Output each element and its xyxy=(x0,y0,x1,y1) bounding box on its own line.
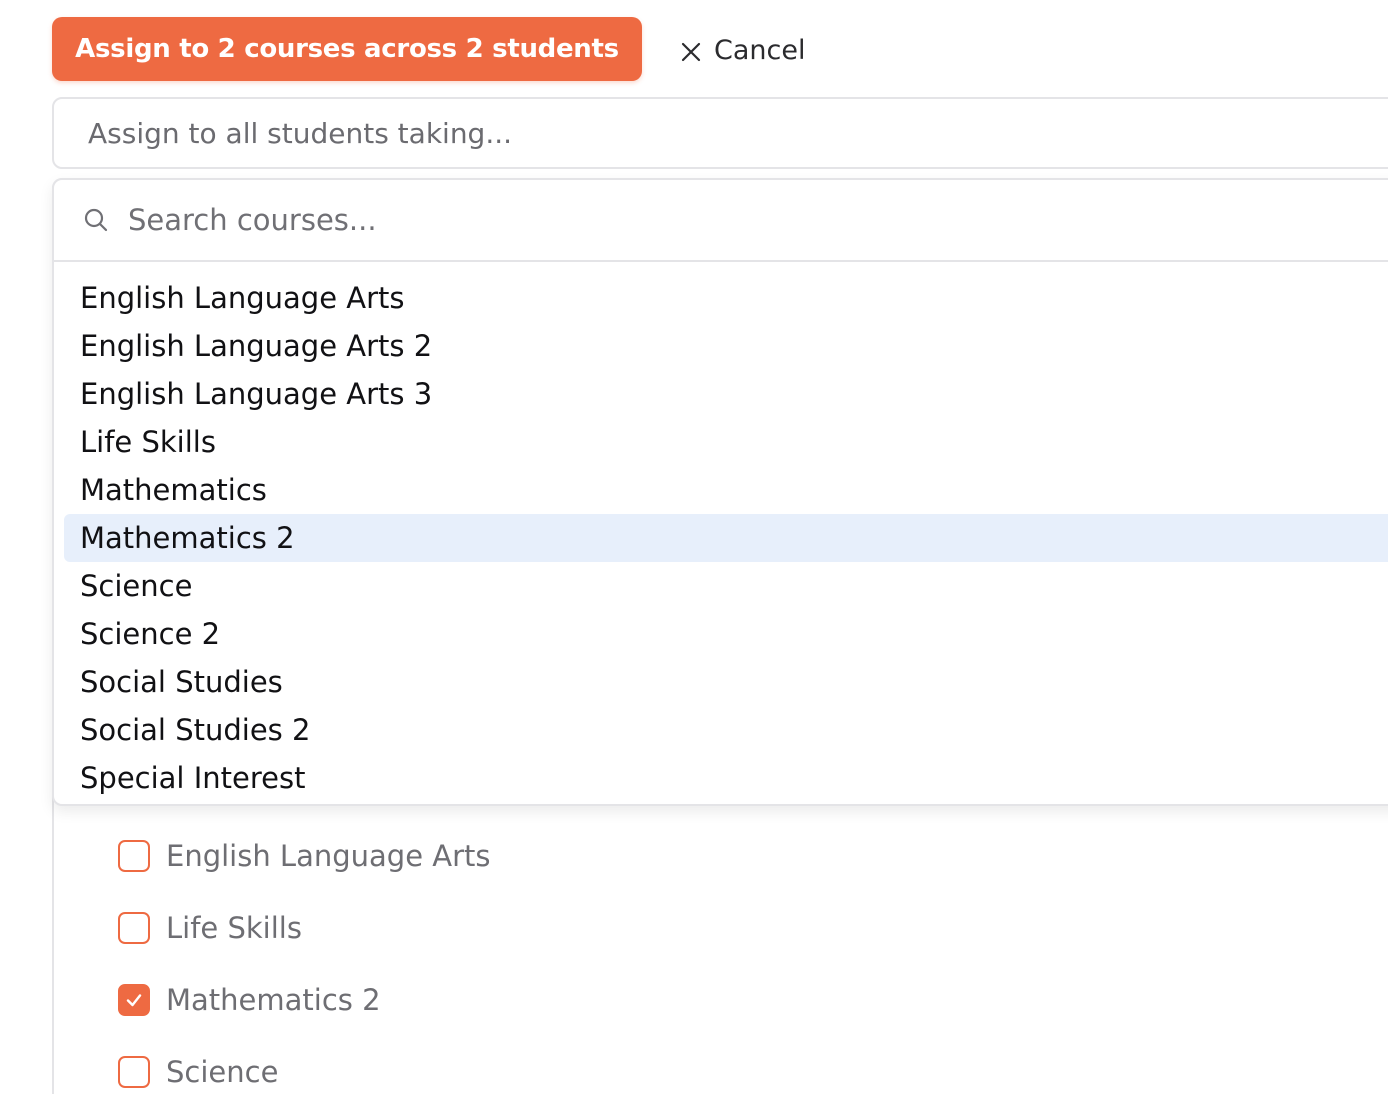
assign-input-placeholder: Assign to all students taking... xyxy=(88,116,513,150)
cancel-button[interactable]: Cancel xyxy=(680,20,805,80)
checklist-label: Life Skills xyxy=(166,911,302,945)
assign-courses-page: Assign to 2 courses across 2 students Ca… xyxy=(0,0,1388,1094)
checkbox-checked[interactable] xyxy=(118,984,150,1016)
course-option[interactable]: English Language Arts xyxy=(64,274,1388,322)
course-checklist-item[interactable]: Mathematics 2 xyxy=(118,964,491,1036)
cancel-label: Cancel xyxy=(714,34,806,66)
search-icon xyxy=(82,206,110,234)
course-options-list: English Language Arts English Language Ar… xyxy=(54,262,1388,802)
course-option[interactable]: Social Studies xyxy=(64,658,1388,706)
checklist-label: English Language Arts xyxy=(166,839,491,873)
checkbox[interactable] xyxy=(118,840,150,872)
course-checklist: English Language Arts Life Skills Mathemat… xyxy=(118,820,491,1094)
search-placeholder: Search courses... xyxy=(128,203,377,237)
course-option[interactable]: Mathematics 2 xyxy=(64,514,1388,562)
course-option[interactable]: Science 2 xyxy=(64,610,1388,658)
checkmark-icon xyxy=(126,994,142,1007)
course-checklist-item[interactable]: English Language Arts xyxy=(118,820,491,892)
checklist-label: Science xyxy=(166,1055,279,1089)
course-dropdown: Search courses... English Language Arts E… xyxy=(52,178,1388,806)
assign-students-input[interactable]: Assign to all students taking... xyxy=(52,97,1388,169)
course-checklist-item[interactable]: Life Skills xyxy=(118,892,491,964)
course-option[interactable]: English Language Arts 2 xyxy=(64,322,1388,370)
course-option[interactable]: Mathematics xyxy=(64,466,1388,514)
course-option[interactable]: Science xyxy=(64,562,1388,610)
course-option[interactable]: Social Studies 2 xyxy=(64,706,1388,754)
assign-courses-button[interactable]: Assign to 2 courses across 2 students xyxy=(52,17,642,81)
close-icon xyxy=(680,39,702,62)
course-option[interactable]: Special Interest xyxy=(64,754,1388,802)
course-search-input[interactable]: Search courses... xyxy=(54,180,1388,262)
course-checklist-item[interactable]: Science xyxy=(118,1036,491,1094)
checklist-label: Mathematics 2 xyxy=(166,983,381,1017)
course-option[interactable]: Life Skills xyxy=(64,418,1388,466)
checkbox[interactable] xyxy=(118,1056,150,1088)
course-option[interactable]: English Language Arts 3 xyxy=(64,370,1388,418)
checkbox[interactable] xyxy=(118,912,150,944)
